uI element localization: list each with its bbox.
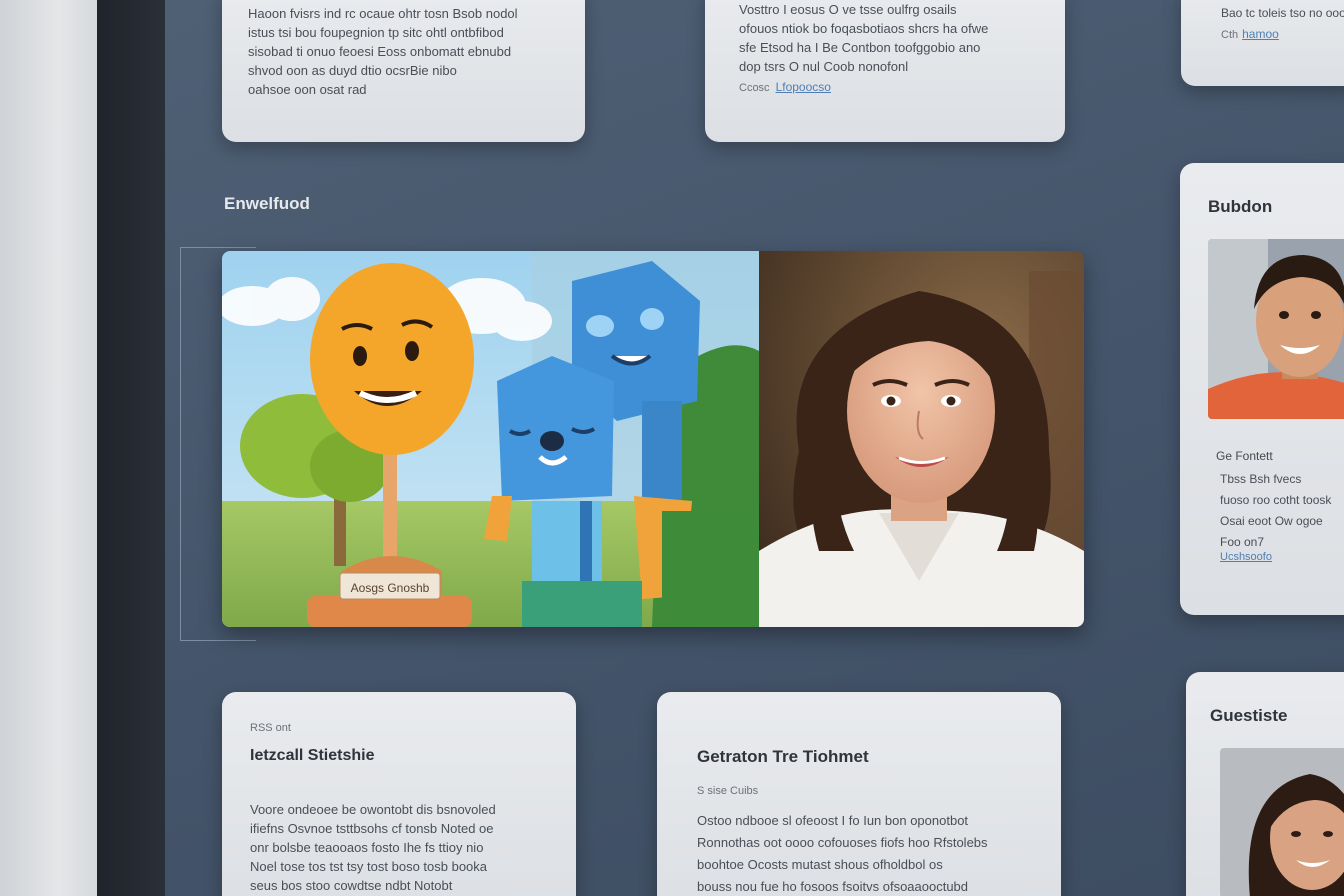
section-title: Enwelfuod [224, 194, 310, 213]
portrait-photo [759, 251, 1084, 627]
card-body-text: Haoon fvisrs ind rc ocaue ohtr tosn Bsob… [248, 6, 518, 97]
right-card-profile[interactable]: Bubdon Ge Fontett Tbss Bsh fvecs fuoso r… [1180, 163, 1344, 615]
pedestal-sign: Aosgs Gnoshb [351, 581, 430, 595]
top-card-3[interactable]: Bao tc toleis tso no ooo Cth hamoo [1181, 0, 1344, 86]
top-card-1[interactable]: Haoon fvisrs ind rc ocaue ohtr tosn Bsob… [222, 0, 585, 142]
card-meta: Cth [1221, 29, 1239, 41]
card-body-text: Vosttro I eosus O ve tsse oulfrg osails … [739, 2, 989, 74]
card-subtitle: Ge Fontett [1216, 449, 1273, 463]
card-link[interactable]: Ucshsoofo [1220, 551, 1272, 563]
bottom-card-2[interactable]: Getraton Tre Tiohmet S sise Cuibs Ostoo … [657, 692, 1061, 896]
card-meta: Ccosc [739, 82, 770, 94]
card-body-text: Tbss Bsh fvecs fuoso roo cotht toosk Osa… [1220, 472, 1332, 549]
card-meta: S sise Cuibs [697, 785, 759, 797]
card-title: Guestiste [1210, 706, 1288, 725]
cartoon-illustration: Aosgs Gnoshb [222, 251, 759, 627]
card-link[interactable]: Lfopoocso [776, 80, 831, 94]
card-title: Ietzcall Stietshie [250, 747, 375, 764]
card-body-text: Ostoo ndbooe sl ofeoost I fo Iun bon opo… [697, 813, 988, 894]
bottom-card-1[interactable]: RSS ont Ietzcall Stietshie Voore ondeoee… [222, 692, 576, 896]
card-body-text: Voore ondeoee be owontobt dis bsnovoled … [250, 802, 496, 893]
top-card-2[interactable]: Vosttro I eosus O ve tsse oulfrg osails … [705, 0, 1065, 142]
card-meta: RSS ont [250, 722, 291, 734]
profile-photo [1208, 239, 1344, 419]
window-frame [97, 0, 165, 896]
right-card-guest[interactable]: Guestiste [1186, 672, 1344, 896]
card-link[interactable]: hamoo [1242, 27, 1279, 41]
screen-bezel [0, 0, 97, 896]
card-title: Getraton Tre Tiohmet [697, 747, 869, 766]
card-body-text: Bao tc toleis tso no ooo [1221, 6, 1344, 20]
featured-media-card[interactable]: Aosgs Gnoshb [222, 251, 1084, 627]
card-title: Bubdon [1208, 197, 1273, 216]
guest-photo [1220, 748, 1344, 896]
